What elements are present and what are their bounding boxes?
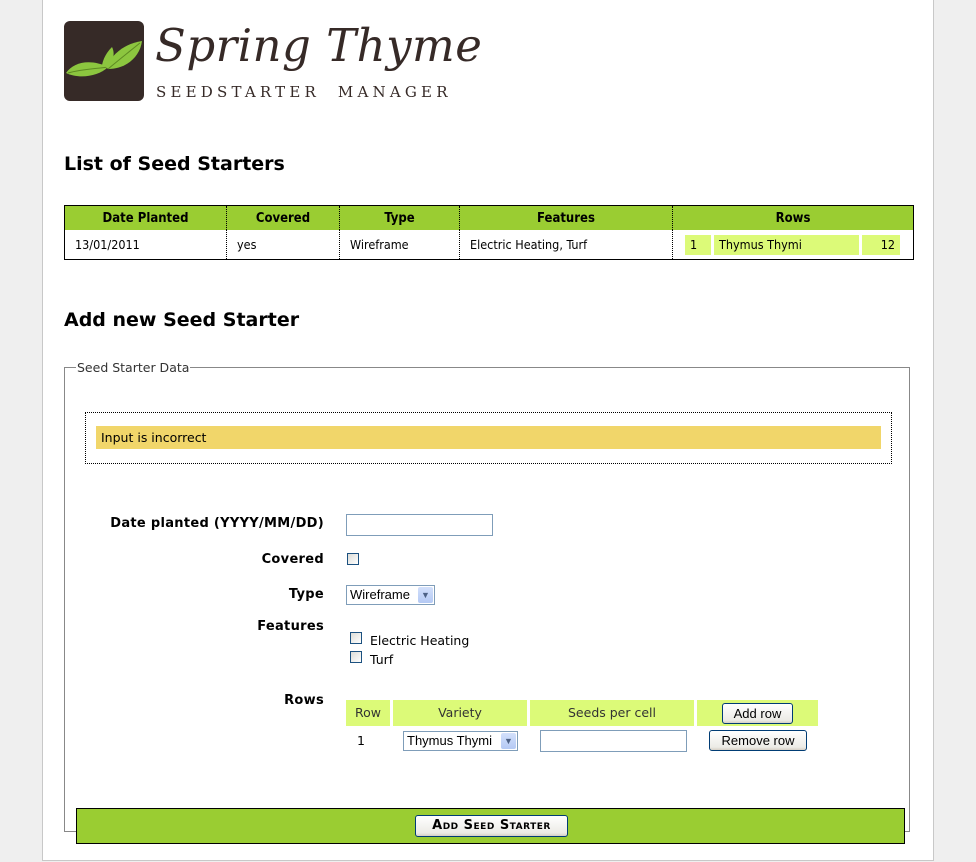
remove-row-button[interactable]: Remove row	[709, 730, 807, 751]
add-seed-starter-button[interactable]: Add Seed Starter	[415, 815, 568, 837]
subrow-seeds: 12	[862, 234, 900, 255]
date-planted-input[interactable]	[346, 514, 493, 536]
chevron-down-icon: ▼	[501, 733, 516, 749]
col-type: Type	[339, 205, 460, 230]
feature-electric-heating-checkbox[interactable]	[350, 632, 362, 644]
feature-electric-heating-label: Electric Heating	[370, 633, 470, 648]
col-rows: Rows	[672, 205, 914, 230]
add-row-button[interactable]: Add row	[722, 703, 793, 724]
col-features: Features	[459, 205, 673, 230]
type-select[interactable]: Wireframe ▼	[346, 585, 435, 605]
rows-col-row: Row	[346, 700, 390, 726]
covered-label: Covered	[261, 552, 324, 567]
feature-turf-checkbox[interactable]	[350, 651, 362, 663]
form-legend: Seed Starter Data	[77, 360, 190, 375]
cell-type: Wireframe	[339, 230, 460, 260]
table-header-row: Date Planted Covered Type Features Rows	[64, 205, 914, 230]
seed-starters-table: Date Planted Covered Type Features Rows …	[64, 205, 914, 260]
rows-label: Rows	[284, 693, 324, 708]
covered-checkbox[interactable]	[347, 553, 359, 565]
rows-col-variety: Variety	[393, 700, 527, 726]
cell-features: Electric Heating, Turf	[459, 230, 673, 260]
subrow-number: 1	[685, 234, 711, 255]
table-row: 13/01/2011 yes Wireframe Electric Heatin…	[65, 230, 914, 260]
type-label: Type	[288, 587, 324, 602]
date-planted-label: Date planted (YYYY/MM/DD)	[110, 516, 324, 531]
variety-selected-value: Thymus Thymi	[407, 733, 492, 748]
type-selected-value: Wireframe	[350, 587, 410, 602]
app-subtitle: SEEDSTARTER MANAGER	[156, 83, 452, 101]
logo: Spring Thyme SEEDSTARTER MANAGER	[64, 19, 482, 103]
col-covered: Covered	[226, 205, 340, 230]
cell-date-planted: 13/01/2011	[75, 237, 140, 252]
variety-select[interactable]: Thymus Thymi ▼	[403, 731, 518, 751]
seed-starter-form: Seed Starter Data Input is incorrect Dat…	[64, 360, 910, 844]
row-number: 1	[357, 733, 365, 748]
cell-rows: 1 Thymus Thymi 12	[672, 230, 914, 260]
submit-bar: Add Seed Starter	[76, 808, 905, 844]
error-message: Input is incorrect	[96, 426, 881, 449]
add-form-title: Add new Seed Starter	[64, 309, 300, 331]
app-title: Spring Thyme	[155, 19, 483, 72]
subrow: 1 Thymus Thymi 12	[685, 234, 901, 255]
rows-col-seeds: Seeds per cell	[530, 700, 694, 726]
chevron-down-icon: ▼	[418, 587, 433, 603]
col-date-planted: Date Planted	[64, 205, 227, 230]
feature-turf-label: Turf	[370, 652, 394, 667]
subrow-variety: Thymus Thymi	[714, 234, 859, 255]
features-label: Features	[257, 619, 324, 634]
list-title: List of Seed Starters	[64, 153, 285, 175]
error-box: Input is incorrect	[85, 412, 892, 464]
rows-col-actions: Add row	[697, 700, 818, 726]
seeds-per-cell-input[interactable]	[540, 730, 687, 752]
cell-covered: yes	[226, 230, 340, 260]
page-container: Spring Thyme SEEDSTARTER MANAGER List of…	[42, 0, 934, 861]
leaf-logo-icon	[64, 21, 144, 101]
